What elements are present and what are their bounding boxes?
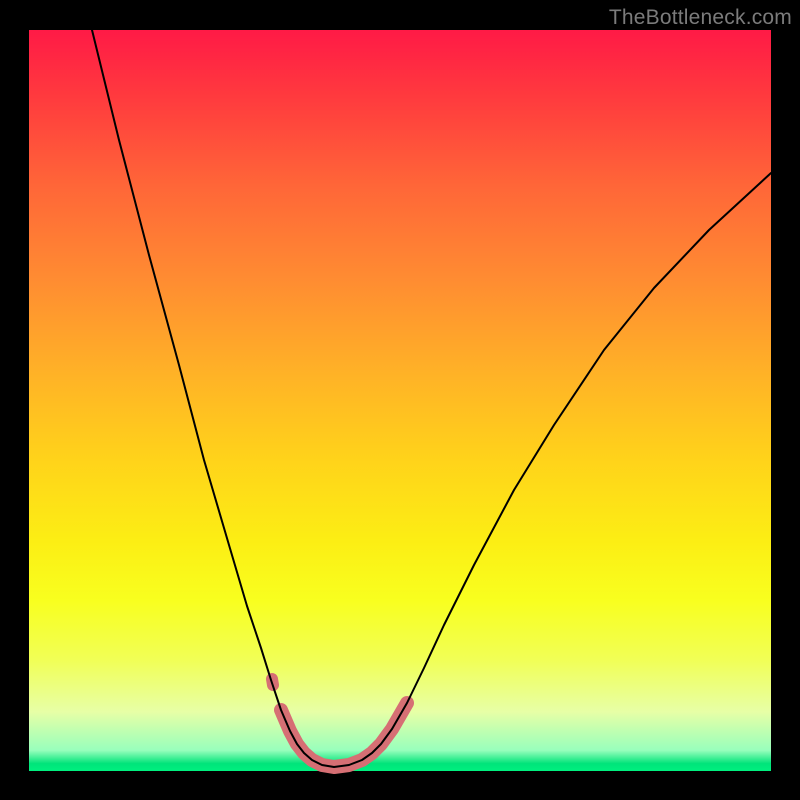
bottleneck-curve <box>92 30 771 767</box>
chart-frame: TheBottleneck.com <box>0 0 800 800</box>
curve-layer <box>29 30 771 771</box>
watermark-text: TheBottleneck.com <box>609 6 792 30</box>
